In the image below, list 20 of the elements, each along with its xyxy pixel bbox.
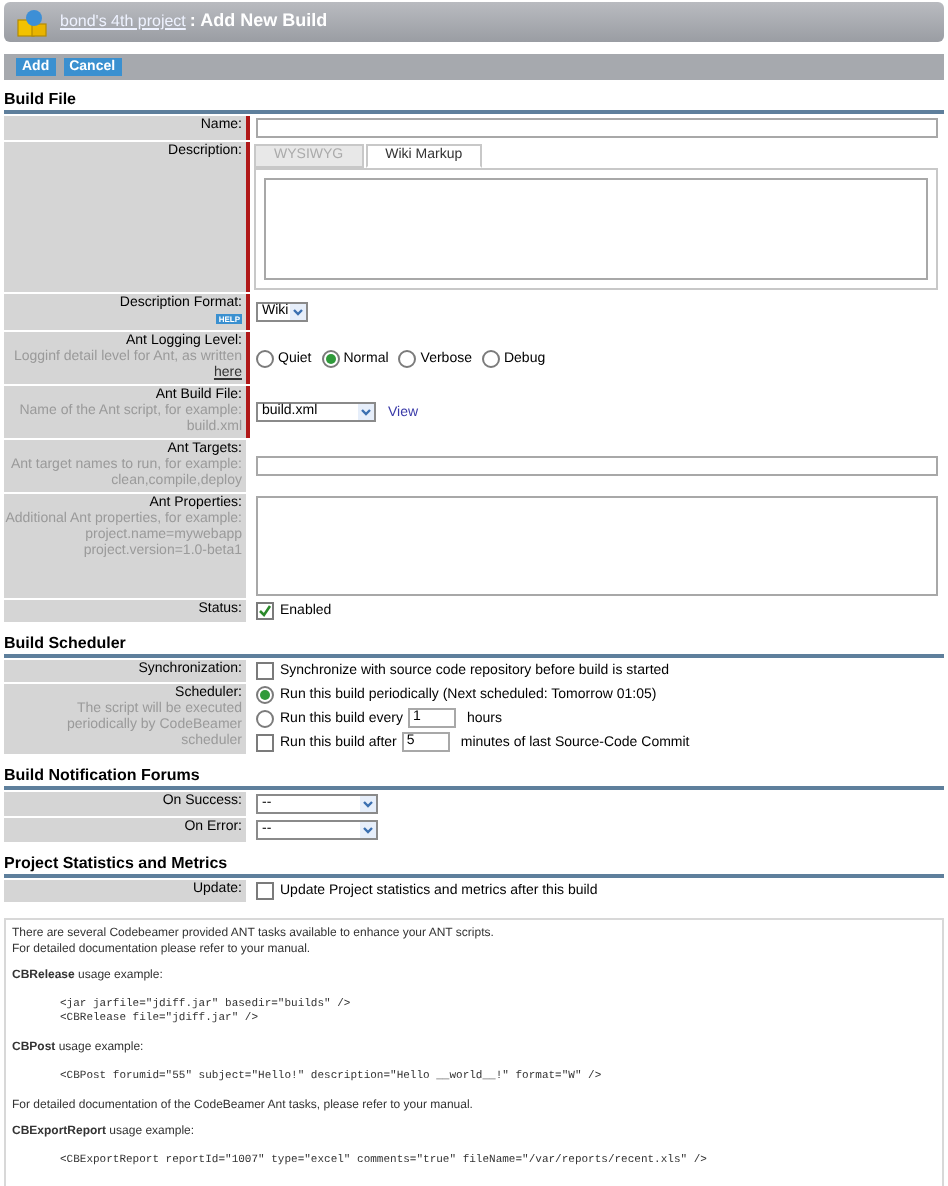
radio-button[interactable] [481, 349, 500, 367]
radio-button[interactable] [256, 686, 274, 704]
radio-button[interactable] [256, 709, 274, 727]
caret-icon [358, 404, 374, 420]
caret-icon [290, 304, 306, 320]
checkbox[interactable] [256, 662, 274, 680]
caret-icon [360, 822, 376, 838]
checkbox[interactable] [256, 882, 274, 900]
checkbox[interactable] [256, 733, 274, 751]
radio-button[interactable] [398, 349, 417, 367]
input-field[interactable] [256, 456, 938, 476]
input-field[interactable] [264, 178, 928, 280]
boxes-icon [16, 7, 48, 37]
input-field[interactable] [256, 118, 938, 138]
checkbox[interactable] [256, 602, 274, 620]
radio-button[interactable] [321, 349, 340, 367]
page-title: : Add New Build [189, 8, 328, 35]
input-field[interactable] [256, 496, 938, 596]
caret-icon [360, 796, 376, 812]
radio-button[interactable] [256, 349, 274, 367]
